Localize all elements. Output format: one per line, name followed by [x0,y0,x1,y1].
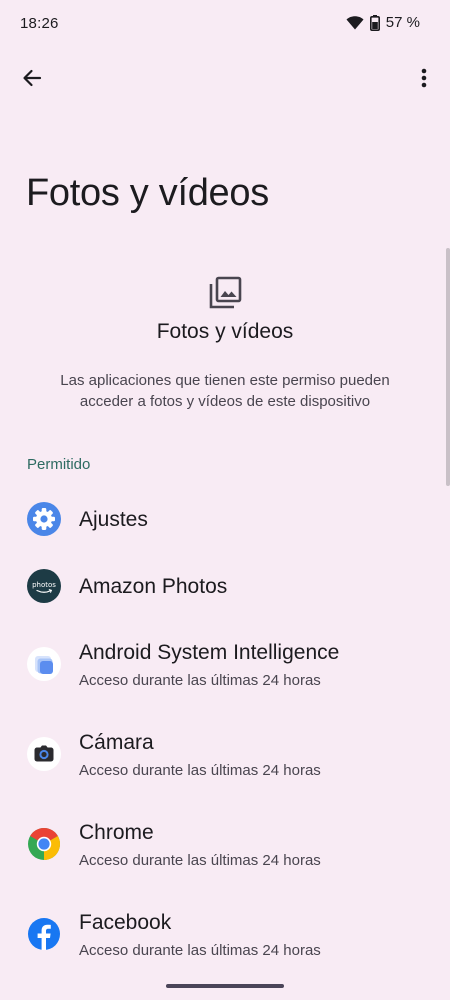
scrollbar[interactable] [446,248,450,486]
permission-title: Fotos y vídeos [156,320,294,343]
battery-percentage: 57 % [385,14,420,31]
app-row-chrome[interactable]: Chrome Acceso durante las últimas 24 hor… [0,810,450,890]
app-subtitle: Acceso durante las últimas 24 horas [79,672,321,689]
back-button[interactable] [12,60,52,100]
app-row-facebook[interactable]: Facebook Acceso durante las últimas 24 h… [0,900,450,980]
app-name: Amazon Photos [79,575,228,598]
app-name: Facebook [79,911,172,934]
app-subtitle: Acceso durante las últimas 24 horas [79,762,321,779]
arrow-back-icon [22,68,42,93]
app-row-ajustes[interactable]: Ajustes [0,490,450,550]
app-name: Android System Intelligence [79,641,340,664]
wifi-icon [346,15,364,30]
battery-icon [369,14,380,31]
page-title: Fotos y vídeos [26,172,269,214]
settings-gear-icon [27,502,61,536]
app-name: Chrome [79,821,154,844]
more-vert-icon [421,68,427,93]
app-name: Ajustes [79,508,148,531]
amazon-photos-icon: photos [27,569,61,603]
camera-icon [27,737,61,771]
more-options-button[interactable] [404,60,444,100]
app-row-android-system-intelligence[interactable]: Android System Intelligence Acceso duran… [0,630,450,710]
gesture-navigation-handle[interactable] [166,984,284,988]
app-name: Cámara [79,731,154,754]
status-time: 18:26 [20,15,59,32]
status-bar: 18:26 57 % [0,0,450,48]
app-row-amazon-photos[interactable]: photos Amazon Photos [0,557,450,617]
facebook-icon [27,917,61,951]
section-header-permitido: Permitido [27,456,91,473]
app-row-camara[interactable]: Cámara Acceso durante las últimas 24 hor… [0,720,450,800]
permission-description: Las aplicaciones que tienen este permiso… [60,372,390,410]
photo-library-icon [208,276,242,310]
android-system-intelligence-icon [27,647,61,681]
top-app-bar [0,56,450,104]
chrome-icon [27,827,61,861]
svg-text:photos: photos [32,581,56,589]
status-icons: 57 % [346,14,420,31]
app-subtitle: Acceso durante las últimas 24 horas [79,852,321,869]
app-subtitle: Acceso durante las últimas 24 horas [79,942,321,959]
